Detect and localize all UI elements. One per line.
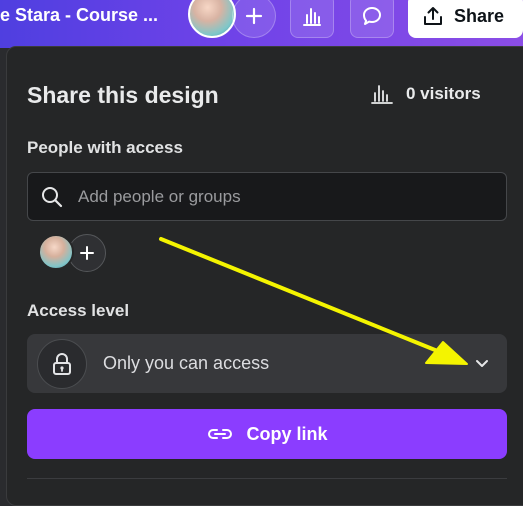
user-avatar[interactable] bbox=[188, 0, 236, 38]
search-input[interactable] bbox=[76, 185, 480, 208]
chevron-down-icon[interactable] bbox=[473, 354, 491, 372]
access-level-label: Access level bbox=[27, 301, 130, 320]
bar-chart-icon bbox=[303, 8, 321, 26]
share-button[interactable]: Share bbox=[408, 0, 523, 38]
divider bbox=[27, 478, 507, 479]
member-avatar[interactable] bbox=[38, 234, 74, 270]
people-with-access-label: People with access bbox=[27, 138, 183, 157]
copy-link-label: Copy link bbox=[246, 423, 328, 444]
panel-title: Share this design bbox=[27, 82, 219, 108]
lock-icon bbox=[53, 352, 71, 375]
top-toolbar: e Stara - Course ... Share bbox=[0, 0, 523, 48]
share-button-label: Share bbox=[454, 5, 505, 26]
plus-icon bbox=[80, 246, 94, 260]
bar-chart-icon bbox=[371, 85, 393, 104]
comments-button[interactable] bbox=[350, 0, 394, 38]
link-icon bbox=[208, 429, 233, 439]
add-people-field[interactable] bbox=[27, 172, 507, 221]
upload-icon bbox=[424, 7, 442, 25]
copy-link-button[interactable]: Copy link bbox=[27, 409, 507, 459]
access-level-dropdown[interactable]: Only you can access bbox=[27, 334, 507, 393]
insights-button[interactable] bbox=[290, 0, 334, 38]
plus-icon bbox=[245, 7, 263, 25]
document-title[interactable]: e Stara - Course ... bbox=[0, 4, 158, 26]
visitors-button[interactable]: 0 visitors bbox=[370, 83, 481, 105]
visitors-count: 0 visitors bbox=[406, 84, 481, 103]
access-level-value: Only you can access bbox=[103, 353, 270, 373]
search-icon bbox=[42, 186, 63, 207]
add-collaborator-button[interactable] bbox=[232, 0, 276, 38]
lock-icon-container bbox=[37, 338, 87, 389]
comment-icon bbox=[363, 7, 381, 25]
